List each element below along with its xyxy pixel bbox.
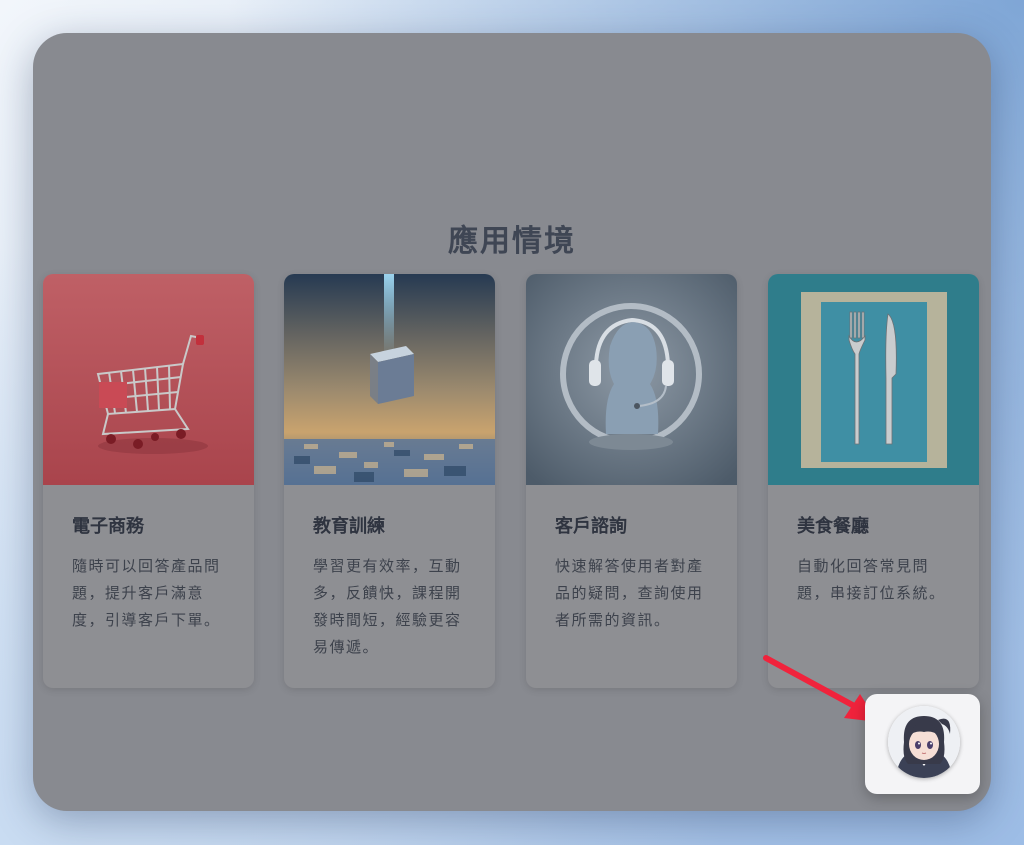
card-restaurant[interactable]: 美食餐廳 自動化回答常見問題，串接訂位系統。 — [768, 274, 979, 688]
card-description: 學習更有效率，互動多，反饋快，課程開發時間短，經驗更容易傳遞。 — [313, 557, 462, 656]
card-title: 教育訓練 — [313, 516, 385, 537]
section-title: 應用情境 — [448, 224, 576, 259]
shopping-cart-image — [43, 274, 254, 485]
card-ecommerce[interactable]: 電子商務 隨時可以回答產品問題，提升客戶滿意度，引導客戶下單。 — [43, 274, 254, 688]
card-title: 客戶諮詢 — [555, 516, 627, 537]
card-description: 自動化回答常見問題，串接訂位系統。 — [797, 557, 946, 602]
card-customer-service[interactable]: 客戶諮詢 快速解答使用者對產品的疑問，查詢使用者所需的資訊。 — [526, 274, 737, 688]
anime-girl-avatar-icon — [888, 706, 960, 778]
card-title: 電子商務 — [72, 516, 144, 537]
chat-widget-button[interactable] — [865, 694, 980, 794]
fork-knife-image — [768, 274, 979, 485]
card-description: 隨時可以回答產品問題，提升客戶滿意度，引導客戶下單。 — [72, 557, 221, 629]
card-description: 快速解答使用者對產品的疑問，查詢使用者所需的資訊。 — [555, 557, 704, 629]
glowing-book-image — [284, 274, 495, 485]
card-title: 美食餐廳 — [797, 516, 869, 537]
avatar-icon[interactable] — [888, 706, 960, 778]
headset-head-image — [526, 274, 737, 485]
card-education[interactable]: 教育訓練 學習更有效率，互動多，反饋快，課程開發時間短，經驗更容易傳遞。 — [284, 274, 495, 688]
